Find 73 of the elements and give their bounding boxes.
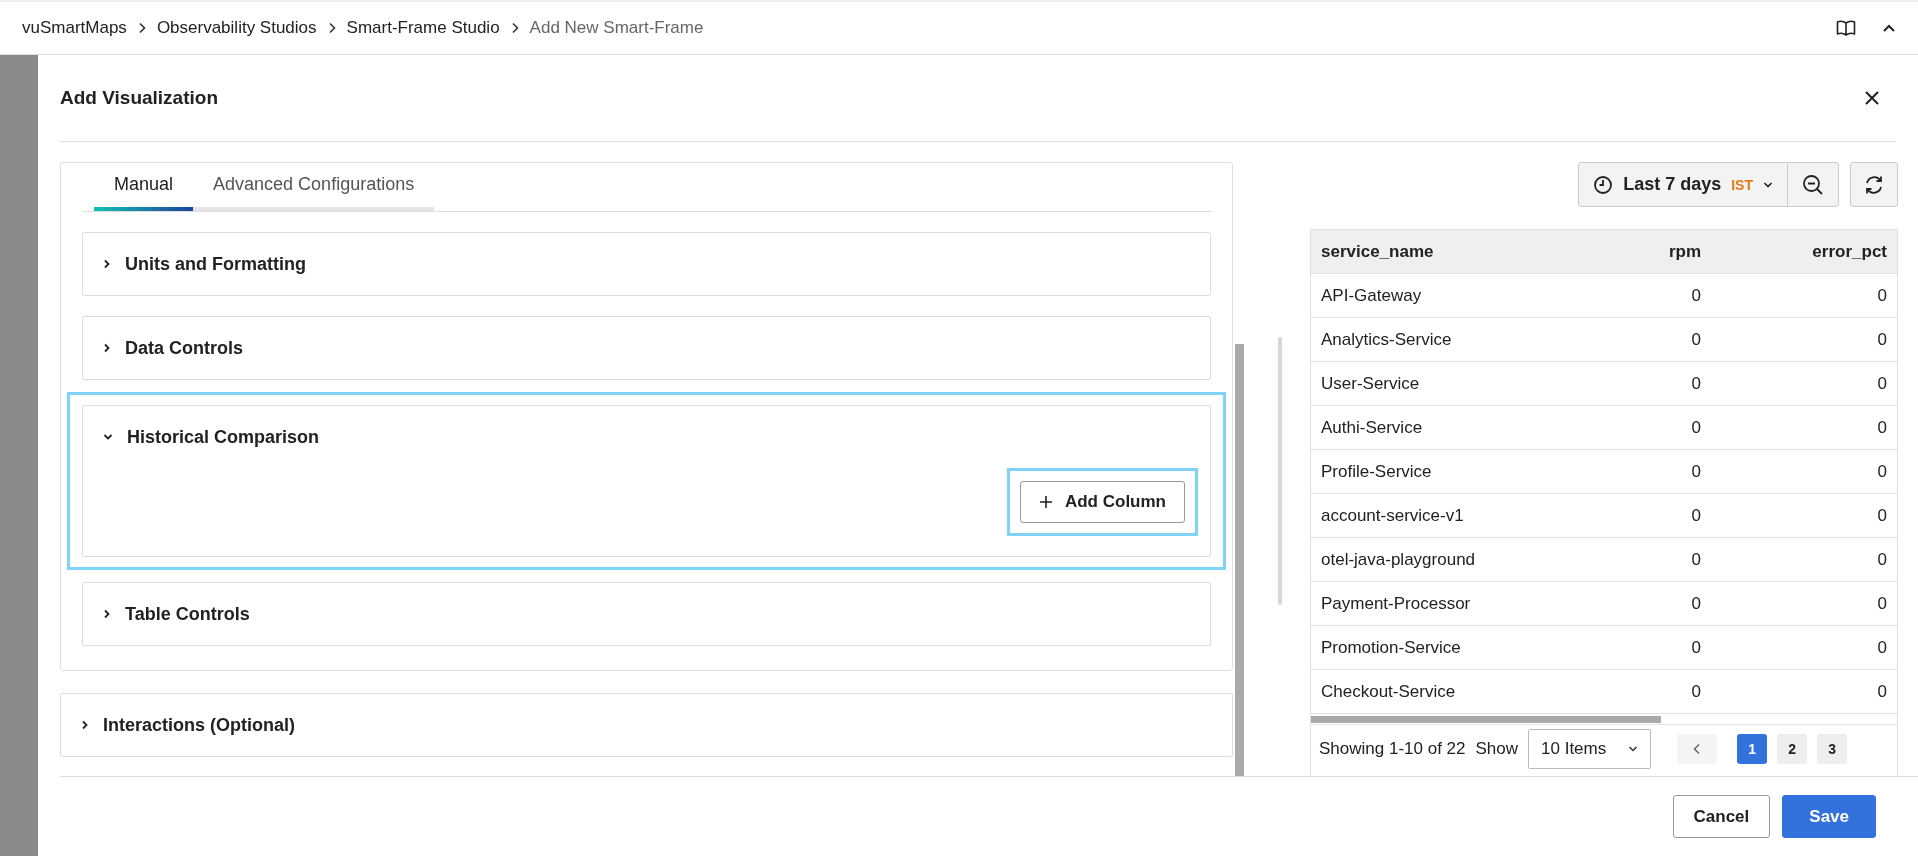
table-cell-text: 0 — [1690, 328, 1702, 351]
table-cell-text: 0 — [1690, 416, 1702, 439]
scrollbar-thumb[interactable] — [1235, 344, 1244, 776]
chevron-down-icon — [1763, 180, 1773, 189]
chevron-right-icon[interactable] — [103, 259, 111, 269]
table-cell-text: 0 — [1690, 460, 1702, 483]
chevron-left-icon — [1693, 743, 1702, 755]
add-column-button[interactable]: Add Column — [1019, 481, 1185, 523]
table-cell-text: Authi-Service — [1320, 416, 1424, 439]
table-cell-text: account-service-v1 — [1320, 504, 1465, 527]
breadcrumb-link[interactable]: vuSmartMaps — [22, 18, 127, 38]
table-cell-text: 0 — [1690, 372, 1702, 395]
table-cell-text: otel-java-playground — [1320, 548, 1477, 571]
save-button[interactable]: Save — [1782, 795, 1876, 838]
table-cell-text: User-Service — [1320, 372, 1421, 395]
chevron-right-icon[interactable] — [103, 609, 111, 619]
table-cell-text: Profile-Service — [1320, 460, 1433, 483]
clock-icon — [1593, 174, 1614, 195]
table-cell-text: 0 — [1690, 504, 1702, 527]
pagination-summary: Showing 1-10 of 22 — [1319, 739, 1466, 759]
section-title[interactable]: Units and Formatting — [125, 253, 306, 275]
chevron-right-icon[interactable] — [81, 720, 89, 730]
table-cell-text: 0 — [1690, 680, 1702, 703]
tab[interactable]: Advanced Configurations — [193, 174, 435, 211]
section-title[interactable]: Data Controls — [125, 337, 243, 359]
book-icon[interactable] — [1836, 20, 1856, 36]
section-title[interactable]: Historical Comparison — [127, 426, 320, 448]
page-button[interactable]: 3 — [1817, 734, 1848, 764]
section-title[interactable]: Table Controls — [125, 603, 250, 625]
scrollbar-thumb[interactable] — [1311, 716, 1661, 723]
table-cell-text: 0 — [1876, 504, 1888, 527]
table-cell-text: Promotion-Service — [1320, 636, 1462, 659]
table-cell-text: 0 — [1876, 548, 1888, 571]
breadcrumb-link[interactable]: Smart-Frame Studio — [346, 18, 500, 38]
scrollbar-thumb[interactable] — [1278, 337, 1282, 605]
modal-title: Add Visualization — [60, 87, 218, 109]
zoom-out-icon[interactable] — [1802, 173, 1824, 196]
table-cell-text: 0 — [1876, 460, 1888, 483]
close-icon[interactable] — [1864, 90, 1880, 106]
chevron-down-icon[interactable] — [103, 433, 113, 441]
column-header[interactable]: error_pct — [1711, 230, 1897, 273]
column-header[interactable]: service_name — [1311, 230, 1561, 273]
page-button[interactable]: 2 — [1777, 734, 1808, 764]
section-title[interactable]: Interactions (Optional) — [103, 714, 295, 736]
table-cell-text: 0 — [1690, 284, 1702, 307]
page-size-select[interactable]: 10 Items — [1528, 729, 1652, 769]
table-cell-text: 0 — [1690, 636, 1702, 659]
table-cell-text: Analytics-Service — [1320, 328, 1453, 351]
column-header[interactable]: rpm — [1561, 230, 1711, 273]
chevron-down-icon — [1628, 745, 1639, 753]
table-cell-text: Checkout-Service — [1320, 680, 1457, 703]
tab[interactable]: Manual — [94, 174, 194, 211]
table-cell-text: 0 — [1876, 284, 1888, 307]
table-cell-text: 0 — [1876, 372, 1888, 395]
table-cell-text: 0 — [1876, 328, 1888, 351]
table-cell-text: API-Gateway — [1320, 284, 1423, 307]
table-cell-text: Payment-Processor — [1320, 592, 1472, 615]
cancel-button[interactable]: Cancel — [1672, 795, 1771, 838]
show-label: Show — [1475, 739, 1519, 759]
table-cell-text: 0 — [1876, 680, 1888, 703]
breadcrumb-link[interactable]: Observability Studios — [156, 18, 317, 38]
plus-icon — [1038, 495, 1053, 509]
table-cell-text: 0 — [1690, 592, 1702, 615]
table-cell-text: 0 — [1876, 636, 1888, 659]
table-cell-text: 0 — [1876, 592, 1888, 615]
page-button[interactable]: 1 — [1737, 734, 1768, 764]
chevron-right-icon[interactable] — [103, 343, 111, 353]
table-cell-text: 0 — [1876, 416, 1888, 439]
table-cell-text: 0 — [1690, 548, 1702, 571]
chevron-up-icon[interactable] — [1882, 23, 1896, 33]
time-range-picker[interactable]: Last 7 days IST — [1578, 162, 1839, 207]
refresh-icon — [1863, 173, 1885, 196]
refresh-button[interactable] — [1850, 162, 1898, 207]
